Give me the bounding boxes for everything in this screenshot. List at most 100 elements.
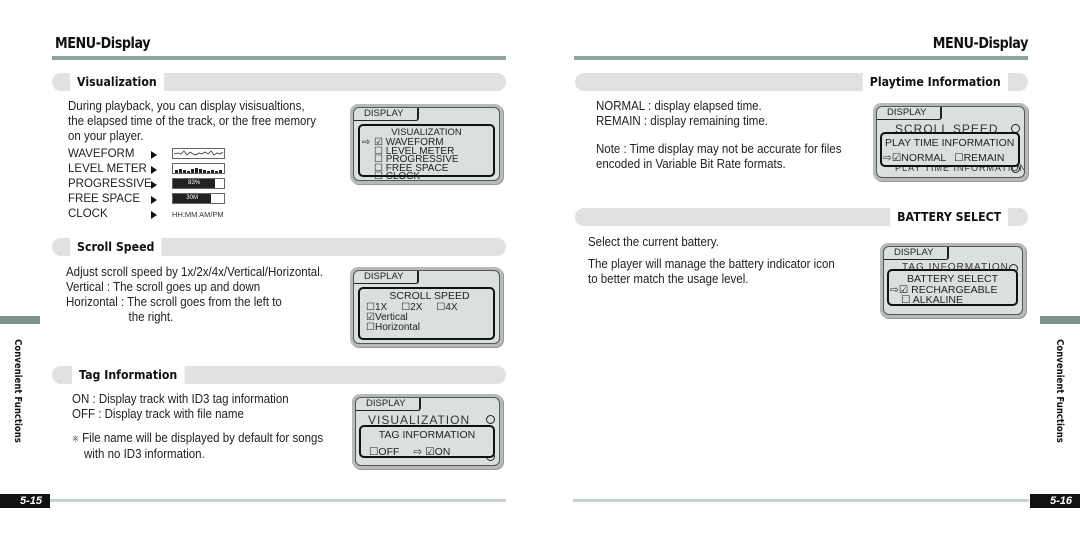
lcd-tag-options: ☐OFF ⇨ ☑ON [361,446,493,458]
text-line: Vertical : The scroll goes up and down [66,280,261,294]
text-line: with no ID3 information. [83,447,205,461]
lcd-visualization: DISPLAY VISUALIZATION ⇨ ☑ WAVEFORM ☐ LEV… [350,104,503,184]
vis-item-label: CLOCK [68,208,108,220]
text-line: Adjust scroll speed by 1x/2x/4x/Vertical… [66,265,323,279]
lcd-tab: DISPLAY [356,398,422,411]
lcd-scroll-speed: DISPLAY SCROLL SPEED ☐1X ☐2X ☐4X ☑Vertic… [350,267,503,347]
side-tab-marker [0,316,40,324]
lcd-option-label: ALKALINE [912,294,963,306]
side-tab-marker [1040,316,1080,324]
lcd-option-label: WAVEFORM [385,137,444,148]
lcd-playtime-options: ⇨☑NORMAL ☐REMAIN [882,152,1018,164]
vis-item-level-meter: LEVEL METER [68,162,238,177]
section-title-playtime-information: Playtime Information [863,73,1008,91]
text-line: to better match the usage level. [588,272,749,286]
vis-item-progressive: PROGRESSIVE 83% [68,177,238,192]
footer-rule [573,499,1029,502]
lcd-option-alkaline[interactable]: ☐ ALKALINE [889,294,1016,306]
text-line: The player will manage the battery indic… [588,257,835,271]
lcd-option-label: ON [434,446,451,458]
note-symbol-icon: ※ [72,434,79,444]
tag-information-description: ON : Display track with ID3 tag informat… [72,392,289,422]
lcd-playtime-information: DISPLAY SCROLL SPEED PLAY TIME INFORMATI… [873,103,1028,181]
lcd-menu-box: TAG INFORMATION ☐OFF ⇨ ☑ON [359,425,495,458]
playtime-description: NORMAL : display elapsed time. REMAIN : … [596,99,768,129]
page-title: MENU-Display [932,34,1029,52]
text-line: ON : Display track with ID3 tag informat… [72,392,289,406]
select-arrow-icon: ⇨ [362,137,371,148]
lcd-option-off[interactable]: ☐OFF [369,446,400,458]
lcd-tab: DISPLAY [354,108,420,121]
lcd-option-label: OFF [378,446,400,458]
section-title-visualization: Visualization [70,73,164,91]
progress-preview: 83% [172,178,225,189]
select-arrow-icon: ⇨ [890,284,899,296]
lcd-tab: DISPLAY [877,107,943,120]
text-line: OFF : Display track with file name [72,407,244,421]
lcd-option-clock[interactable]: ☐ CLOCK [374,171,493,181]
scroll-up-icon[interactable] [486,415,495,424]
select-arrow-icon: ⇨ [413,446,423,458]
lcd-heading: TAG INFORMATION [378,429,476,441]
lcd-heading: SCROLL SPEED [389,290,470,302]
lcd-option-remain[interactable]: ☐REMAIN [954,152,1005,164]
clock-preview: HH:MM AM/PM [172,210,224,219]
checkbox-checked-icon[interactable]: ☑ [374,137,383,148]
visualization-description: During playback, you can display visisua… [68,99,316,144]
text-line: the elapsed time of the track, or the fr… [68,114,317,128]
lcd-options: ⇨ ☑ WAVEFORM ☐ LEVEL METER ☐ PROGRESSIVE… [360,137,493,181]
checkbox-checked-icon[interactable]: ☑ [425,446,434,458]
playtime-note: Note : Time display may not be accurate … [596,142,841,172]
free-space-preview: 30M [172,193,225,204]
lcd-option-label: CLOCK [385,171,421,181]
arrow-right-icon [151,211,157,219]
checkbox-empty-icon[interactable]: ☐ [369,446,378,458]
lcd-tag-information: DISPLAY VISUALIZATION TAG INFORMATION ☐O… [352,394,503,469]
lcd-option-waveform[interactable]: ⇨ ☑ WAVEFORM [362,137,493,148]
tag-information-note: ※ File name will be displayed by default… [72,431,323,462]
text-line: During playback, you can display visisua… [68,99,305,113]
checkbox-empty-icon[interactable]: ☐ [901,294,910,306]
text-line: Note : Time display may not be accurate … [596,142,842,156]
lcd-option-label: 4X [445,302,458,313]
side-label: Convenient Functions [12,339,23,443]
page-title: MENU-Display [55,34,151,52]
waveform-preview-icon [172,148,225,159]
text-line: Horizontal : The scroll goes from the le… [66,295,282,309]
lcd-menu-box: VISUALIZATION ⇨ ☑ WAVEFORM ☐ LEVEL METER… [358,124,495,180]
lcd-heading: PLAY TIME INFORMATION [885,137,1015,149]
lcd-menu-box: PLAY TIME INFORMATION ⇨☑NORMAL ☐REMAIN [880,132,1020,167]
lcd-menu-box: SCROLL SPEED ☐1X ☐2X ☐4X ☑Vertical ☐Hori… [358,287,495,340]
lcd-option-normal[interactable]: ⇨☑NORMAL [883,152,946,164]
battery-description-2: The player will manage the battery indic… [588,257,835,287]
checkbox-empty-icon[interactable]: ☐ [366,322,375,333]
text-line: REMAIN : display remaining time. [596,114,768,128]
section-title-tag-information: Tag Information [72,366,185,384]
checkbox-empty-icon[interactable]: ☐ [954,152,963,164]
lcd-option-on[interactable]: ⇨ ☑ON [413,446,451,458]
section-title-battery-select: BATTERY SELECT [889,208,1008,226]
title-rule [52,56,506,60]
lcd-option-horizontal[interactable]: ☐Horizontal [366,323,493,333]
arrow-right-icon [151,166,157,174]
lcd-tab: DISPLAY [354,271,420,284]
lcd-tab: DISPLAY [884,247,950,260]
checkbox-empty-icon[interactable]: ☐ [374,171,383,181]
lcd-menu-box: BATTERY SELECT ⇨☑ RECHARGEABLE ☐ ALKALIN… [887,269,1018,306]
lcd-option-label: 2X [410,302,423,313]
lcd-heading: BATTERY SELECT [906,273,999,285]
free-space-fill: 30M [173,194,212,203]
lcd-option-label: REMAIN [963,152,1005,164]
page-number: 5-16 [1030,494,1080,508]
checkbox-checked-icon[interactable]: ☑ [892,152,901,164]
section-title-scroll-speed: Scroll Speed [70,238,162,256]
arrow-right-icon [151,151,157,159]
footer-rule [50,499,506,502]
text-line: File name will be displayed by default f… [82,431,324,445]
text-line: Select the current battery. [588,235,719,249]
level-meter-preview-icon [172,163,225,174]
title-rule [574,56,1028,60]
arrow-right-icon [151,196,157,204]
text-line: encoded in Variable Bit Rate formats. [596,157,786,171]
lcd-option-4x[interactable]: ☐4X [436,303,457,313]
